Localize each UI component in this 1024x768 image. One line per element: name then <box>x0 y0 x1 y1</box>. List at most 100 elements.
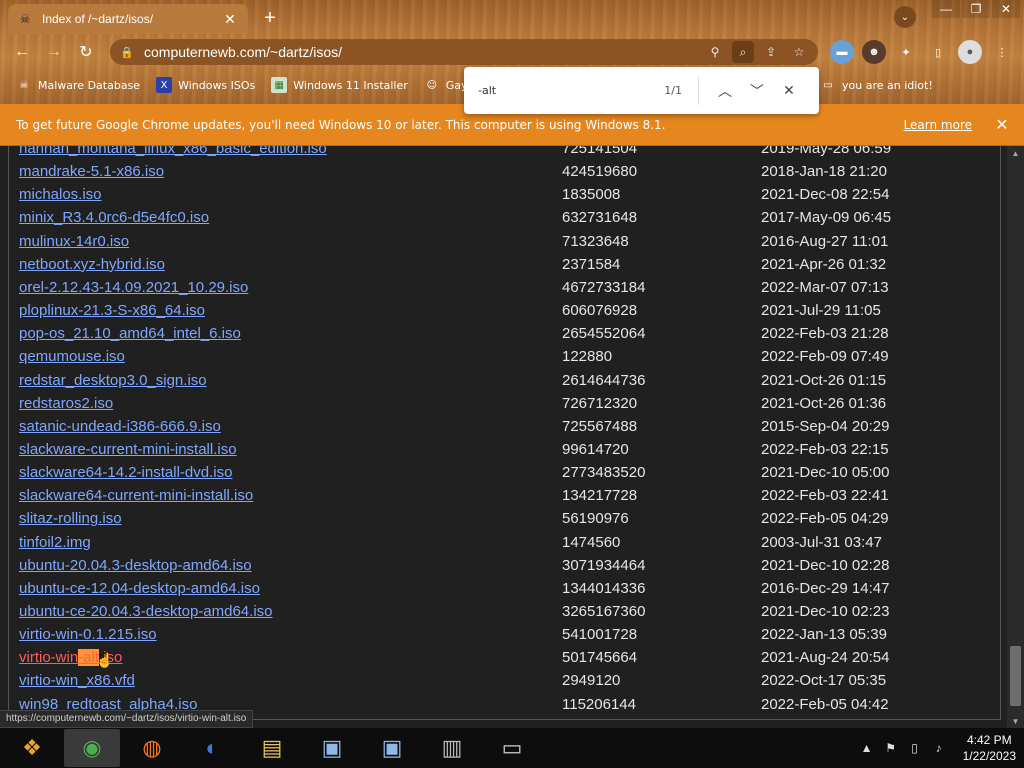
scroll-thumb[interactable] <box>1010 646 1021 706</box>
tab-close-icon[interactable]: ✕ <box>222 11 238 28</box>
file-link[interactable]: pop-os_21.10_amd64_intel_6.iso <box>19 325 241 342</box>
flag-icon[interactable]: ⚑ <box>883 741 899 755</box>
taskbar-clock[interactable]: 4:42 PM 1/22/2023 <box>963 732 1016 764</box>
forward-icon[interactable]: → <box>42 40 66 64</box>
file-link[interactable]: minix_R3.4.0rc6-d5e4fc0.iso <box>19 209 209 226</box>
file-link[interactable]: slackware64-14.2-install-dvd.iso <box>19 464 232 481</box>
file-link[interactable]: netboot.xyz-hybrid.iso <box>19 256 165 273</box>
file-link[interactable]: ploplinux-21.3-S-x86_64.iso <box>19 302 205 319</box>
network-icon[interactable]: ▯ <box>907 741 923 755</box>
file-size: 541001728 <box>562 626 638 644</box>
file-row: minix_R3.4.0rc6-d5e4fc0.iso 632731648 2017… <box>0 209 1000 232</box>
file-link[interactable]: redstaros2.iso <box>19 395 113 412</box>
learn-more-link[interactable]: Learn more <box>904 118 972 132</box>
side-panel-icon[interactable]: ▯ <box>926 40 950 64</box>
reload-icon[interactable]: ↻ <box>74 40 98 64</box>
close-window-icon[interactable]: ✕ <box>992 0 1020 18</box>
file-link[interactable]: tinfoil2.img <box>19 534 91 551</box>
file-size: 2773483520 <box>562 464 646 482</box>
file-row: redstar_desktop3.0_sign.iso 2614644736 202… <box>0 372 1000 395</box>
file-link[interactable]: hannah_montana_linux_x86_basic_edition.i… <box>19 146 327 157</box>
bookmark-windows-11-installer[interactable]: ▦ Windows 11 Installer <box>271 77 408 93</box>
profile-avatar-icon[interactable]: ● <box>958 40 982 64</box>
file-link[interactable]: slackware-current-mini-install.iso <box>19 441 237 458</box>
menu-kebab-icon[interactable]: ⋮ <box>990 40 1014 64</box>
tab-search-icon[interactable]: ⌄ <box>894 6 916 28</box>
smiley-icon: ▭ <box>823 79 833 91</box>
file-row: virtio-win-0.1.215.iso 541001728 2022-Jan-… <box>0 626 1000 649</box>
find-next-icon[interactable]: ﹀ <box>741 77 773 105</box>
file-date: 2021-Jul-29 11:05 <box>761 302 881 320</box>
volume-icon[interactable]: ♪ <box>931 741 947 755</box>
browser-tab[interactable]: ☠ Index of /~dartz/isos/ ✕ <box>8 4 248 34</box>
file-size: 4672733184 <box>562 278 646 296</box>
find-bar: -alt 1/1 ︿ ﹀ ✕ <box>464 67 819 114</box>
file-explorer-taskbar-icon[interactable]: ▤ <box>244 729 300 767</box>
file-link[interactable]: qemumouse.iso <box>19 348 125 365</box>
find-close-icon[interactable]: ✕ <box>773 77 805 105</box>
tray-expand-icon[interactable]: ▲ <box>859 741 875 755</box>
new-tab-button[interactable]: + <box>258 6 282 30</box>
chrome-taskbar-icon[interactable]: ◉ <box>64 729 120 767</box>
puzzle-extensions-icon[interactable]: ✦ <box>894 40 918 64</box>
network-app-taskbar-icon[interactable]: ▣ <box>304 729 360 767</box>
bookmark-windows-isos[interactable]: X Windows ISOs <box>156 77 255 93</box>
share-icon[interactable]: ⇪ <box>760 41 782 63</box>
back-icon[interactable]: ← <box>10 40 34 64</box>
file-link[interactable]: mandrake-5.1-x86.iso <box>19 163 164 180</box>
scroll-up-icon[interactable]: ▲ <box>1007 146 1024 160</box>
file-size: 3265167360 <box>562 603 646 620</box>
file-link[interactable]: virtio-win_x86.vfd <box>19 672 135 689</box>
file-size: 725141504 <box>562 146 638 157</box>
file-link[interactable]: virtio-win-0.1.215.iso <box>19 626 157 643</box>
file-link[interactable]: mulinux-14r0.iso <box>19 233 129 250</box>
file-link[interactable]: ubuntu-20.04.3-desktop-amd64.iso <box>19 557 252 574</box>
file-link[interactable]: ubuntu-ce-20.04.3-desktop-amd64.iso <box>19 603 273 620</box>
skull-icon: ☠ <box>19 79 29 91</box>
browser-toolbar: ← → ↻ 🔒 computernewb.com/~dartz/isos/ ⚲ … <box>0 36 1024 68</box>
file-link[interactable]: slitaz-rolling.iso <box>19 510 122 527</box>
address-bar[interactable]: 🔒 computernewb.com/~dartz/isos/ ⚲ ⌕ ⇪ ☆ <box>110 39 818 65</box>
file-size: 501745664 <box>562 649 638 667</box>
file-link[interactable]: orel-2.12.43-14.09.2021_10.29.iso <box>19 279 248 296</box>
flag-extension-icon[interactable]: ▬ <box>830 40 854 64</box>
start-button-icon[interactable]: ❖ <box>4 729 60 767</box>
lock-icon[interactable]: 🔒 <box>120 46 136 59</box>
scroll-down-icon[interactable]: ▼ <box>1007 714 1024 728</box>
file-size: 2371584 <box>562 255 621 273</box>
file-size: 726712320 <box>562 394 638 412</box>
file-link[interactable]: michalos.iso <box>19 186 102 203</box>
find-input[interactable]: -alt <box>478 84 664 97</box>
file-date: 2022-Feb-03 22:15 <box>761 440 889 458</box>
avatar-extension-icon[interactable]: ☻ <box>862 40 886 64</box>
find-in-page-icon[interactable]: ⌕ <box>732 41 754 63</box>
zoom-search-icon[interactable]: ⚲ <box>704 41 726 63</box>
firefox-taskbar-icon[interactable]: ◍ <box>124 729 180 767</box>
bookmark-malware-database[interactable]: ☠ Malware Database <box>16 77 141 93</box>
file-row: netboot.xyz-hybrid.iso 2371584 2021-Apr-26… <box>0 256 1000 279</box>
file-size: 2614644736 <box>562 371 646 389</box>
bookmark-you-are-an-idiot[interactable]: ▭ you are an idiot! <box>820 77 932 93</box>
page-scrollbar[interactable]: ▲ ▼ <box>1007 146 1024 728</box>
find-previous-icon[interactable]: ︿ <box>709 77 741 105</box>
file-link[interactable]: redstar_desktop3.0_sign.iso <box>19 372 207 389</box>
file-link[interactable]: satanic-undead-i386-666.9.iso <box>19 418 221 435</box>
file-link[interactable]: slackware64-current-mini-install.iso <box>19 487 253 504</box>
obama-app-taskbar-icon[interactable]: ◐ <box>184 729 240 767</box>
file-size: 56190976 <box>562 510 629 528</box>
file-size: 134217728 <box>562 487 638 505</box>
printer-app-taskbar-icon[interactable]: ▥ <box>424 729 480 767</box>
file-date: 2022-Jan-13 05:39 <box>761 626 887 644</box>
minimize-icon[interactable]: — <box>932 0 960 18</box>
restore-icon[interactable]: ❐ <box>962 0 990 18</box>
command-prompt-taskbar-icon[interactable]: ▭ <box>484 729 540 767</box>
file-size: 725567488 <box>562 417 638 435</box>
network-app-2-taskbar-icon[interactable]: ▣ <box>364 729 420 767</box>
file-date: 2018-Jan-18 21:20 <box>761 163 887 181</box>
file-row: mulinux-14r0.iso 71323648 2016-Aug-27 11:0… <box>0 233 1000 256</box>
bookmark-star-icon[interactable]: ☆ <box>788 41 810 63</box>
file-size: 122880 <box>562 348 613 366</box>
infobar-close-icon[interactable]: ✕ <box>990 115 1014 135</box>
image-icon: ▦ <box>271 77 288 93</box>
file-link[interactable]: ubuntu-ce-12.04-desktop-amd64.iso <box>19 580 260 597</box>
